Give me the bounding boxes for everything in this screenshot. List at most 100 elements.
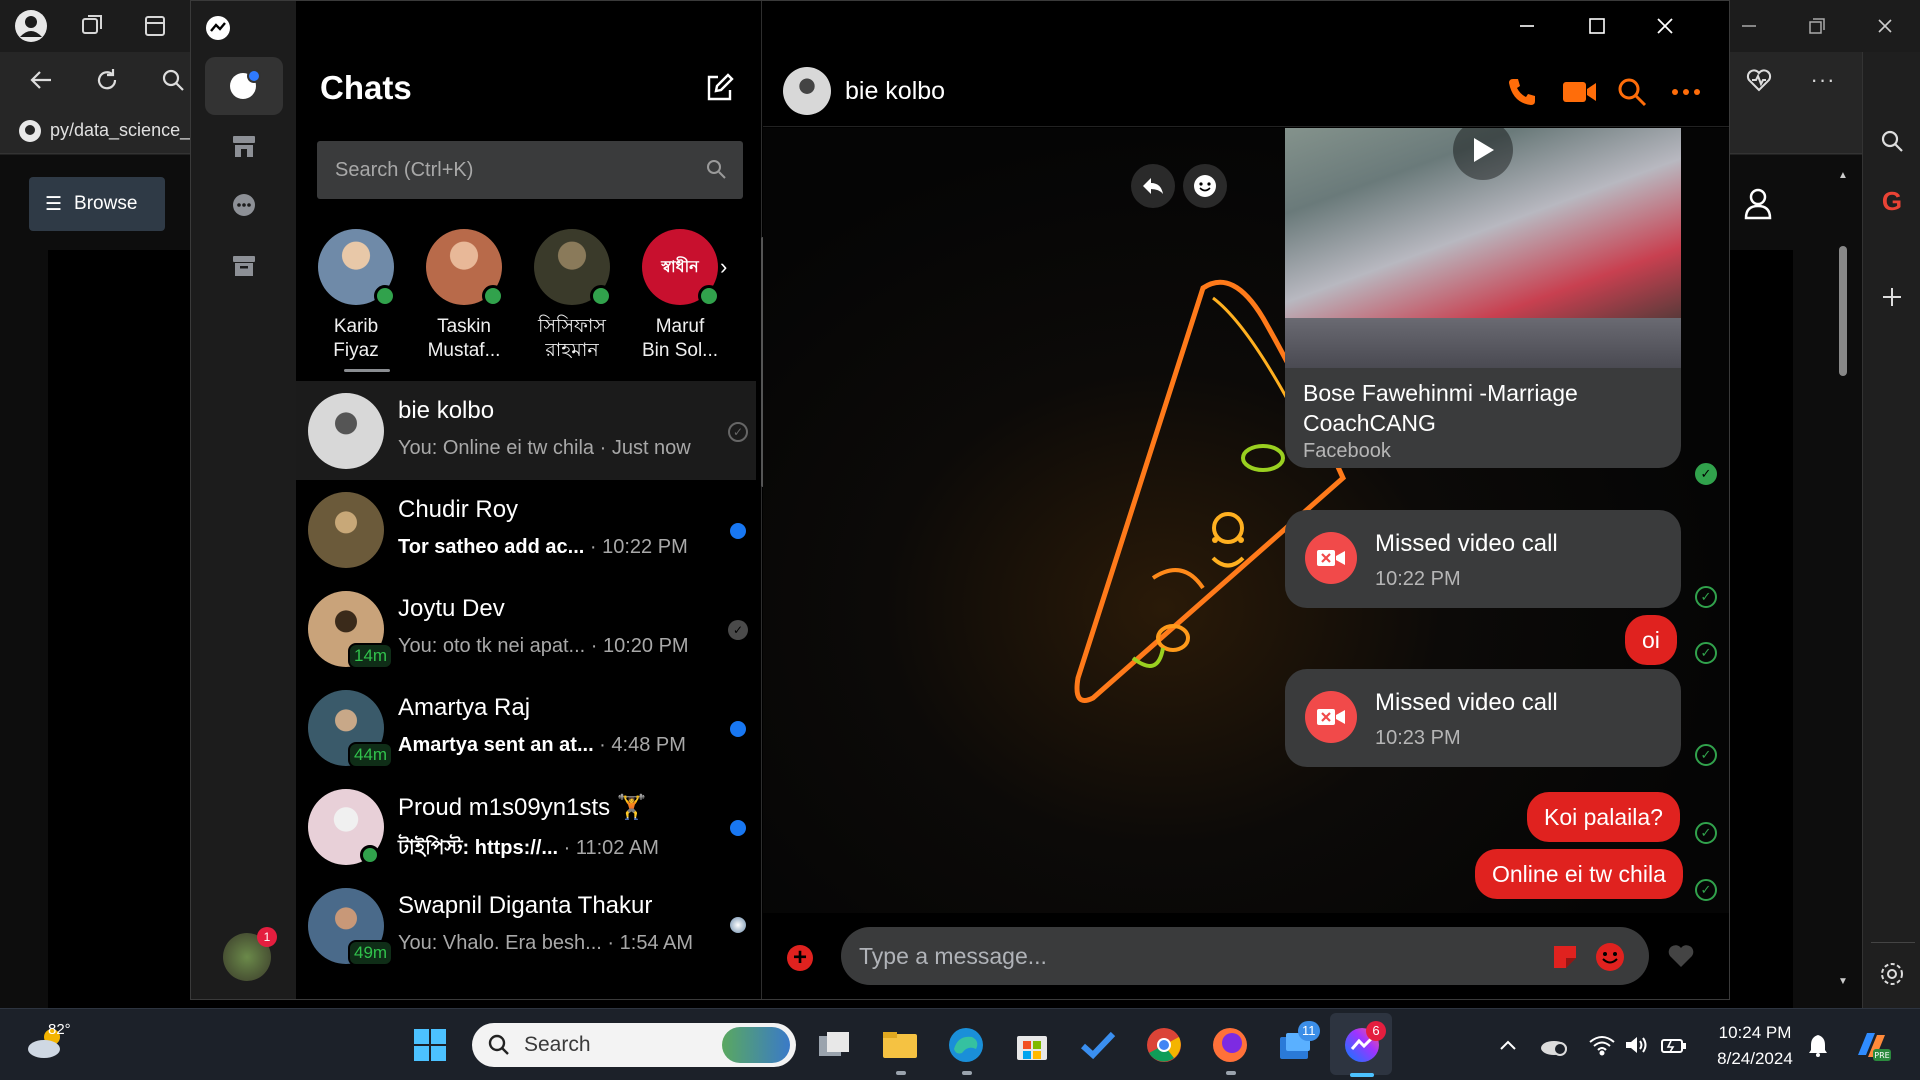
back-arrow-icon[interactable]	[24, 63, 58, 97]
taskbar-search-box[interactable]: Search	[472, 1023, 796, 1067]
page-scrollbar[interactable]: ▲ ▼	[1838, 170, 1848, 990]
battery-icon[interactable]	[1650, 1021, 1698, 1069]
seen-check-icon: ✓	[1695, 879, 1717, 901]
show-hidden-icons-chevron-icon[interactable]	[1484, 1021, 1532, 1069]
active-indicator	[1350, 1073, 1374, 1077]
sent-message-bubble[interactable]: Koi palaila?	[1527, 792, 1680, 842]
store-icon	[233, 136, 255, 157]
google-icon[interactable]: G	[1875, 184, 1909, 218]
message-composer: + Type a message...	[763, 913, 1729, 999]
window-minimize-icon[interactable]	[1507, 11, 1547, 41]
chats-nav-button[interactable]	[205, 57, 283, 115]
story-item[interactable]: স্বাধীন Maruf Bin Sol...	[628, 229, 732, 363]
microsoft-store-icon[interactable]	[1008, 1021, 1056, 1069]
conversation-header: bie kolbo	[763, 57, 1729, 127]
story-avatar	[318, 229, 396, 307]
more-options-icon[interactable]: ···	[1806, 63, 1840, 97]
onedrive-icon[interactable]	[1530, 1021, 1578, 1069]
story-item[interactable]: সিসিফাস রাহমান	[520, 229, 624, 363]
link-preview-card[interactable]: Bose Fawehinmi -Marriage CoachCANG Faceb…	[1285, 128, 1681, 468]
story-item[interactable]: Taskin Mustaf...	[412, 229, 516, 363]
thumbnail-blur-strip	[1285, 318, 1681, 368]
story-item[interactable]: Karib Fiyaz	[304, 229, 408, 363]
heart-like-icon[interactable]	[1667, 943, 1695, 969]
tab-actions-icon[interactable]	[138, 9, 172, 43]
seen-check-icon: ✓	[1695, 642, 1717, 664]
react-emoji-icon[interactable]	[1183, 164, 1227, 208]
missed-call-bubble[interactable]: Missed video call 10:22 PM	[1285, 510, 1681, 608]
reload-icon[interactable]	[90, 63, 124, 97]
edge-browser-icon[interactable]	[942, 1021, 990, 1069]
seen-check-icon: ✓	[1695, 586, 1717, 608]
window-close-icon[interactable]	[1645, 11, 1685, 41]
emoji-icon[interactable]	[1595, 942, 1625, 972]
search-icon[interactable]	[156, 63, 190, 97]
archive-nav-button[interactable]	[205, 237, 283, 295]
minimize-icon[interactable]	[1732, 9, 1766, 43]
contact-name[interactable]: bie kolbo	[845, 77, 945, 106]
story-scroll-indicator	[344, 369, 390, 372]
conversation-row[interactable]: bie kolbo You: Online ei tw chila · Just…	[296, 381, 756, 480]
menu-icon: ☰	[45, 193, 63, 215]
chat-list-panel: Chats Search (Ctrl+K) Karib Fiyaz Taskin M…	[296, 1, 765, 999]
health-icon[interactable]	[1742, 63, 1776, 97]
conversation-avatar	[308, 492, 384, 568]
account-icon[interactable]	[1742, 186, 1774, 220]
add-attachment-icon[interactable]: +	[787, 945, 813, 971]
marketplace-nav-button[interactable]	[205, 117, 283, 175]
bookmark-link[interactable]: py/data_science_r	[50, 120, 196, 141]
conversation-row[interactable]: Proud m1s09yn1sts 🏋 টাইপিস্ট: https://..…	[296, 777, 756, 876]
restore-icon[interactable]	[1800, 9, 1834, 43]
online-indicator	[590, 285, 612, 307]
messenger-nav-rail: 1	[191, 1, 296, 999]
video-call-icon[interactable]	[1561, 75, 1596, 109]
sidebar-search-icon[interactable]	[1875, 124, 1909, 158]
profile-icon[interactable]	[14, 9, 48, 43]
compose-icon	[707, 73, 734, 101]
browse-button[interactable]: ☰ Browse	[29, 177, 165, 231]
unread-dot-icon	[730, 523, 746, 539]
file-explorer-icon[interactable]	[876, 1021, 924, 1069]
conversation-row[interactable]: 44m Amartya Raj Amartya sent an at... · …	[296, 678, 756, 777]
sticker-icon[interactable]	[1551, 943, 1579, 971]
running-indicator	[962, 1071, 972, 1075]
settings-gear-icon[interactable]	[1875, 957, 1909, 991]
link-card-source: Facebook	[1303, 440, 1391, 462]
start-windows-icon[interactable]	[406, 1021, 454, 1069]
chat-search-input[interactable]: Search (Ctrl+K)	[317, 141, 743, 199]
firefox-icon[interactable]	[1206, 1021, 1254, 1069]
missed-call-bubble[interactable]: Missed video call 10:23 PM	[1285, 669, 1681, 767]
copilot-taskbar-icon[interactable]: PRE	[1848, 1021, 1896, 1069]
conversation-row[interactable]: Chudir Roy Tor satheo add ac... · 10:22 …	[296, 480, 756, 579]
message-thread: Bose Fawehinmi -Marriage CoachCANG Faceb…	[763, 128, 1729, 913]
requests-nav-button[interactable]	[205, 177, 283, 235]
unread-dot-icon	[730, 820, 746, 836]
conversation-row[interactable]: 49m Swapnil Diganta Thakur You: Vhalo. E…	[296, 876, 756, 975]
conversation-row[interactable]: 14m Joytu Dev You: oto tk nei apat... · …	[296, 579, 756, 678]
conversation-pane: bie kolbo Bose Fawehinmi -Marriage Coach…	[763, 1, 1729, 999]
mail-count-badge: 11	[1298, 1021, 1320, 1041]
message-input[interactable]: Type a message...	[841, 927, 1649, 985]
task-view-icon[interactable]	[810, 1021, 858, 1069]
todo-icon[interactable]	[1074, 1021, 1122, 1069]
compose-button[interactable]	[704, 73, 738, 107]
sent-message-bubble[interactable]: oi	[1625, 615, 1677, 665]
notification-bell-icon[interactable]	[1794, 1021, 1842, 1069]
active-time-badge: 14m	[348, 643, 394, 669]
window-maximize-icon[interactable]	[1577, 11, 1617, 41]
close-icon[interactable]	[1868, 9, 1902, 43]
stories-next-chevron-icon[interactable]: ›	[720, 254, 740, 280]
missed-video-call-icon	[1305, 532, 1357, 584]
sent-message-bubble[interactable]: Online ei tw chila	[1475, 849, 1683, 899]
add-icon[interactable]	[1875, 280, 1909, 314]
running-indicator	[896, 1071, 906, 1075]
audio-call-icon[interactable]	[1505, 75, 1539, 109]
workspaces-icon[interactable]	[76, 9, 110, 43]
chrome-icon[interactable]	[1140, 1021, 1188, 1069]
search-in-conversation-icon[interactable]	[1615, 75, 1649, 109]
contact-avatar[interactable]	[783, 67, 831, 115]
more-options-icon[interactable]	[1669, 75, 1703, 109]
search-icon	[707, 160, 726, 179]
sent-check-icon: ✓	[728, 422, 748, 442]
reply-icon[interactable]	[1131, 164, 1175, 208]
